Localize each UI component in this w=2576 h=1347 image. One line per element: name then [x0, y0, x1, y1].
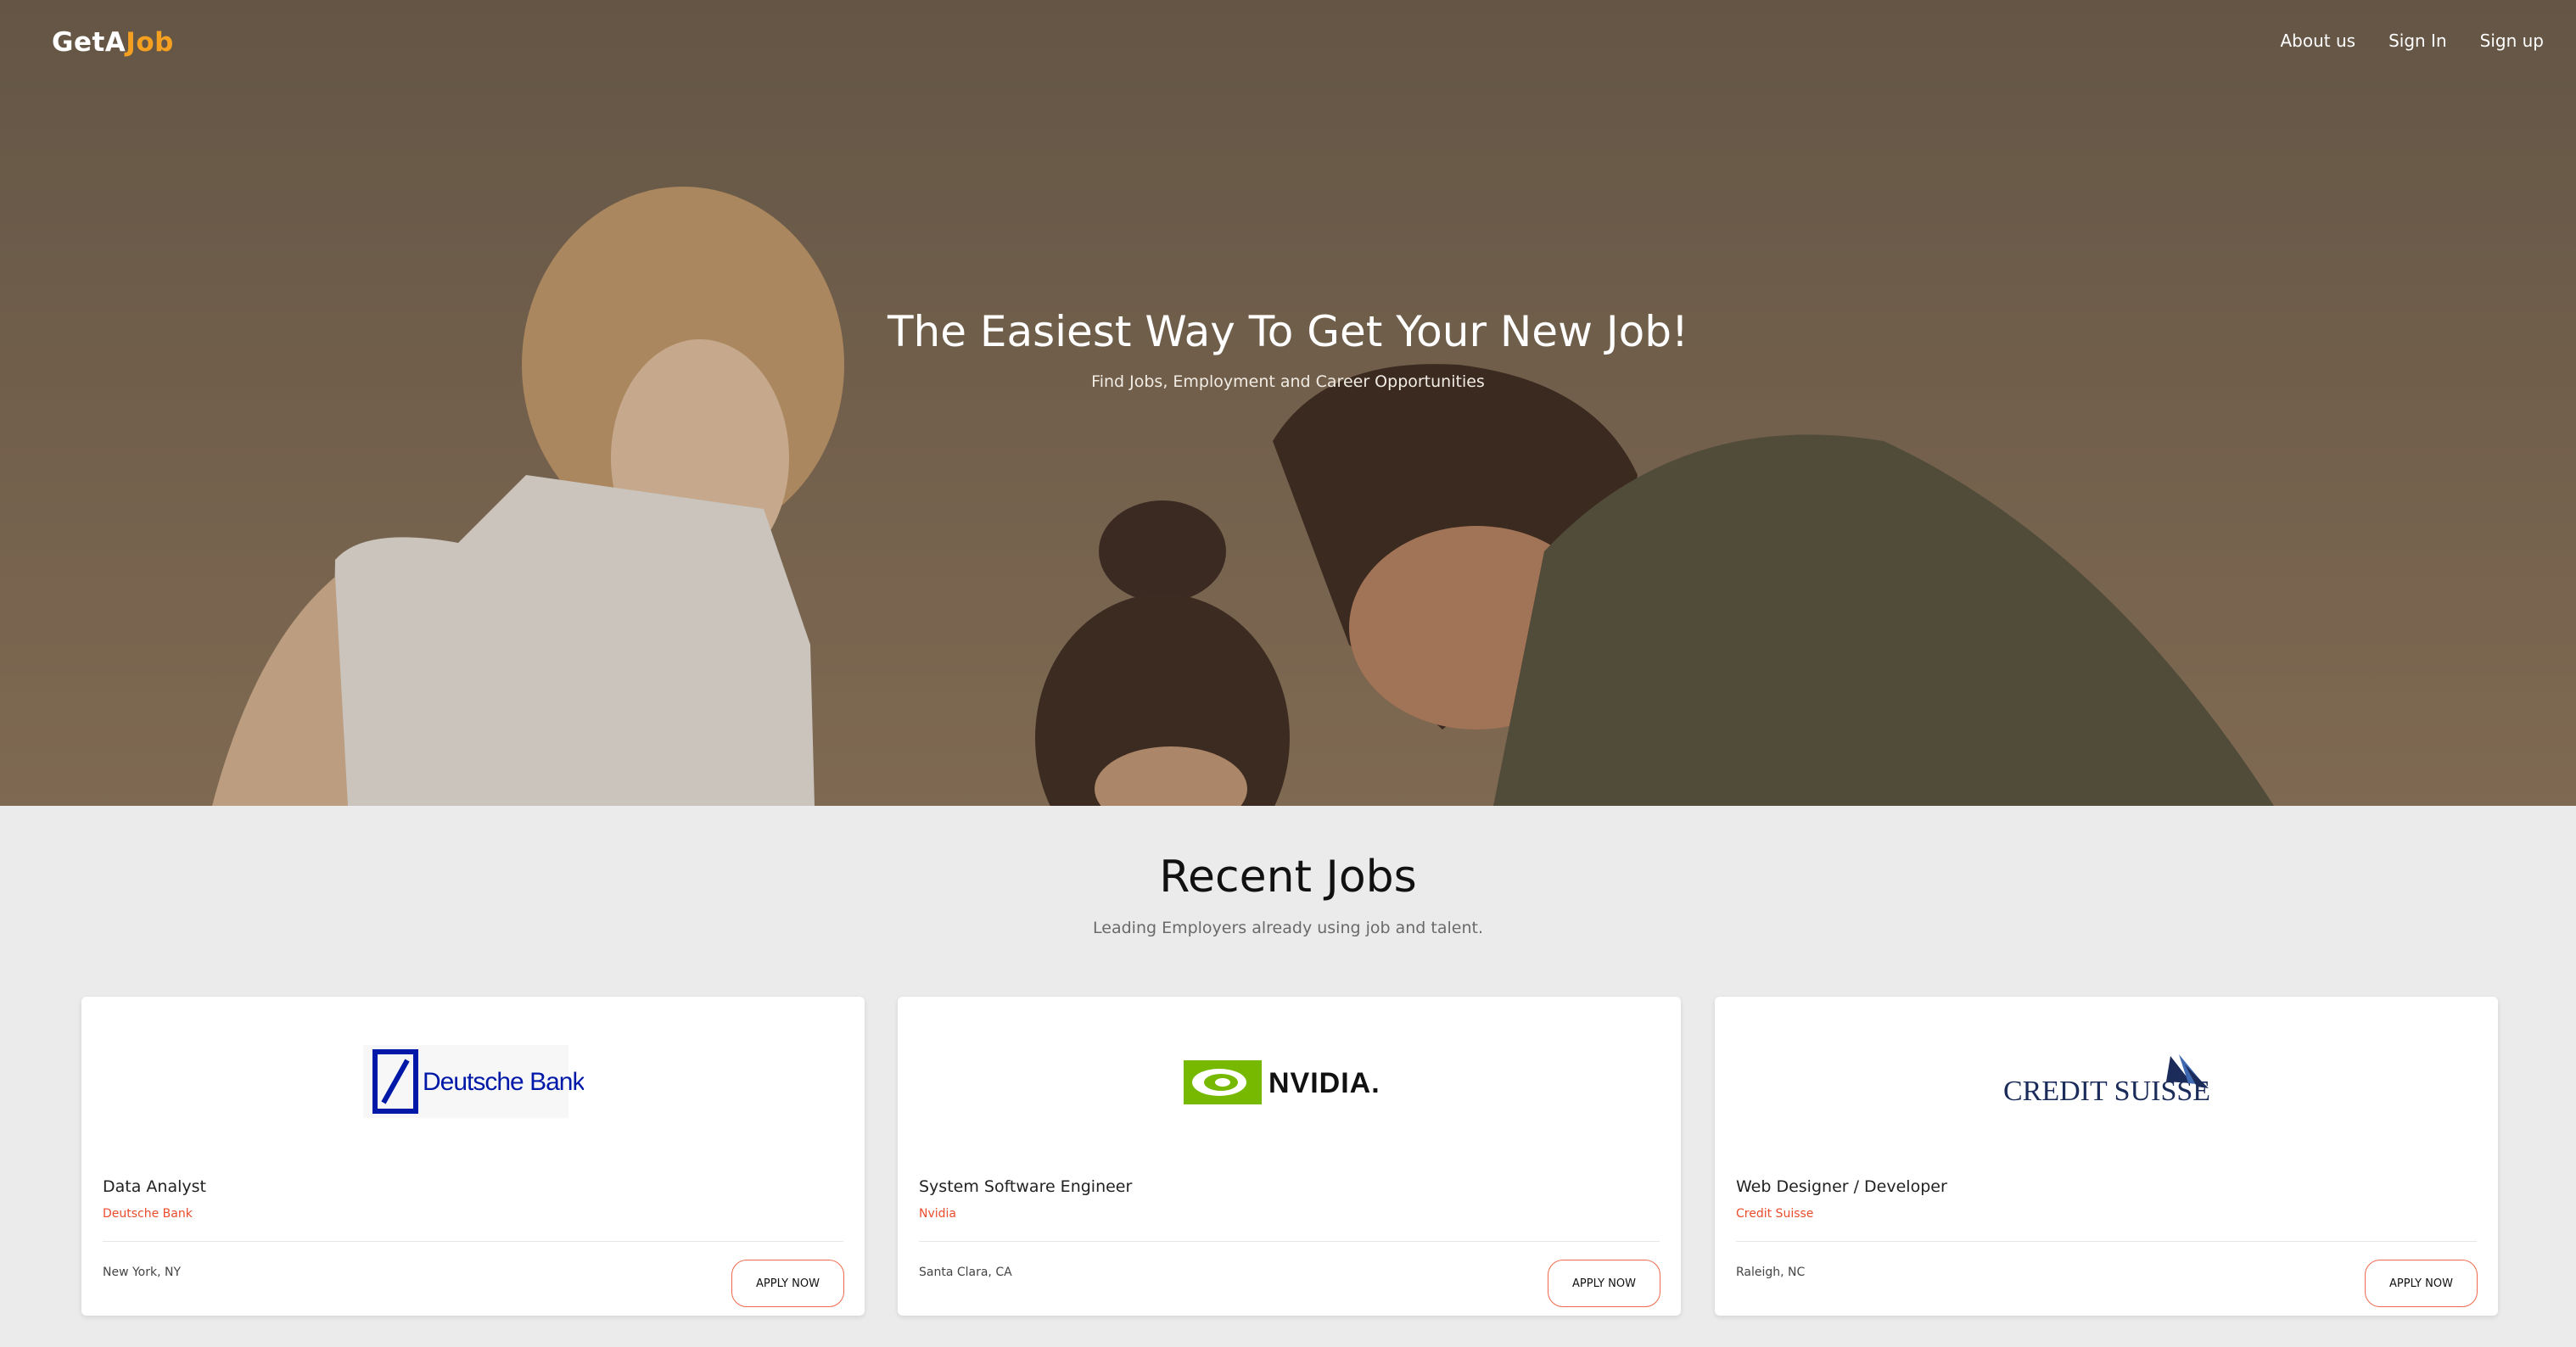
job-company: Credit Suisse [1736, 1207, 1814, 1221]
job-location: Santa Clara, CA [919, 1266, 1012, 1279]
job-company: Deutsche Bank [103, 1207, 193, 1221]
nav-links: About us Sign In Sign up [2280, 31, 2544, 51]
company-logo-credit-suisse: CREDIT SUISSE [1715, 997, 2498, 1166]
top-navbar: GetAJob About us Sign In Sign up [0, 0, 2576, 85]
brand-logo-part2: Job [126, 27, 174, 58]
brand-logo-part1: GetA [52, 27, 126, 58]
job-card[interactable]: Deutsche Bank Data Analyst Deutsche Bank… [81, 997, 865, 1316]
card-divider [919, 1241, 1660, 1242]
card-divider [1736, 1241, 2477, 1242]
job-company: Nvidia [919, 1207, 957, 1221]
job-title[interactable]: Data Analyst [103, 1177, 206, 1196]
hero-title: The Easiest Way To Get Your New Job! [888, 307, 1688, 356]
company-logo-deutsche-bank: Deutsche Bank [81, 997, 865, 1166]
job-location: Raleigh, NC [1736, 1266, 1806, 1279]
job-title[interactable]: Web Designer / Developer [1736, 1177, 1947, 1196]
deutsche-bank-logo-icon: Deutsche Bank [362, 1045, 584, 1118]
recent-jobs-subtitle: Leading Employers already using job and … [1093, 919, 1483, 937]
nav-signup-link[interactable]: Sign up [2480, 31, 2544, 51]
job-location: New York, NY [103, 1266, 182, 1279]
hero-subtitle: Find Jobs, Employment and Career Opportu… [1091, 372, 1485, 391]
hero-banner: GetAJob About us Sign In Sign up The Eas… [0, 0, 2576, 806]
card-divider [103, 1241, 843, 1242]
nvidia-logo-icon: NVIDIA. [1183, 1060, 1380, 1104]
brand-logo[interactable]: GetAJob [52, 27, 174, 58]
deutsche-bank-logo-text: Deutsche Bank [423, 1068, 584, 1096]
apply-now-button[interactable]: APPLY NOW [2365, 1260, 2478, 1307]
hero-background-image [0, 0, 2576, 806]
recent-jobs-title: Recent Jobs [1159, 852, 1417, 903]
company-logo-nvidia: NVIDIA. [898, 997, 1681, 1166]
credit-suisse-logo-icon: CREDIT SUISSE [2003, 1054, 2210, 1107]
nav-about-link[interactable]: About us [2280, 31, 2355, 51]
nvidia-logo-text: NVIDIA. [1268, 1067, 1380, 1099]
job-title[interactable]: System Software Engineer [919, 1177, 1132, 1196]
job-card[interactable]: CREDIT SUISSE Web Designer / Developer C… [1715, 997, 2498, 1316]
nav-signin-link[interactable]: Sign In [2388, 31, 2447, 51]
apply-now-button[interactable]: APPLY NOW [731, 1260, 844, 1307]
apply-now-button[interactable]: APPLY NOW [1548, 1260, 1660, 1307]
job-card[interactable]: NVIDIA. System Software Engineer Nvidia … [898, 997, 1681, 1316]
